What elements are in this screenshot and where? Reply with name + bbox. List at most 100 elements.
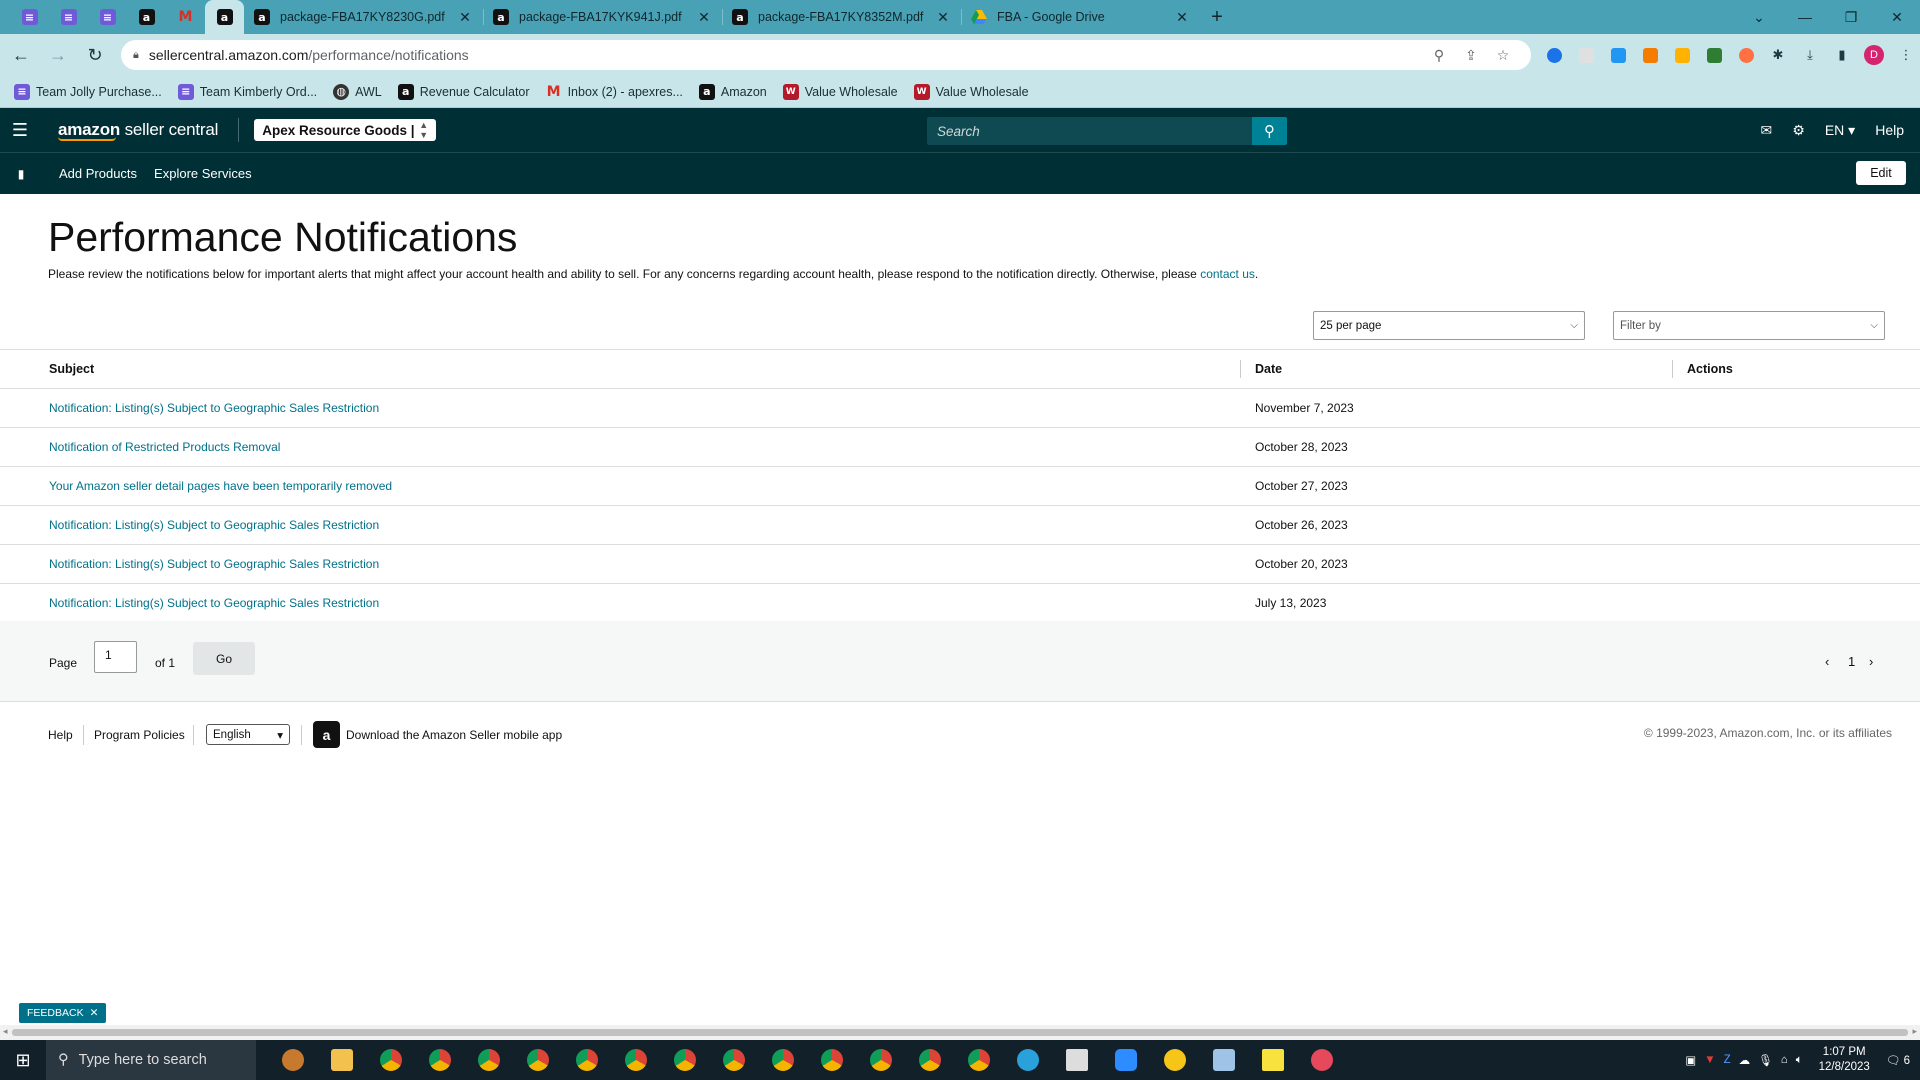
search-button[interactable]: ⚲ [1252, 117, 1287, 145]
go-button[interactable]: Go [193, 642, 255, 675]
chrome-icon[interactable] [954, 1040, 1003, 1080]
extension-icon[interactable] [1701, 42, 1727, 68]
new-tab-button[interactable]: + [1200, 0, 1234, 34]
gingerbread-app-icon[interactable] [268, 1040, 317, 1080]
restore-button[interactable]: ❐ [1828, 9, 1874, 26]
pinned-tab-sheets-2[interactable]: ≡ [49, 0, 88, 34]
contact-us-link[interactable]: contact us [1200, 267, 1255, 281]
lock-icon[interactable]: 🔒︎ [133, 49, 139, 62]
extension-icon[interactable] [1733, 42, 1759, 68]
scroll-left-icon[interactable]: ◂ [3, 1026, 8, 1037]
subnav-explore-services[interactable]: Explore Services [154, 166, 252, 181]
chrome-icon[interactable] [758, 1040, 807, 1080]
zoom-app-icon[interactable] [1101, 1040, 1150, 1080]
puzzle-icon[interactable]: ✱ [1765, 42, 1791, 68]
notification-subject-link[interactable]: Notification: Listing(s) Subject to Geog… [49, 401, 379, 415]
notification-subject-link[interactable]: Your Amazon seller detail pages have bee… [49, 479, 392, 493]
subnav-add-products[interactable]: Add Products [59, 166, 137, 181]
bookmark[interactable]: M Inbox (2) - apexres... [546, 84, 683, 100]
bookmark-star-icon[interactable]: ☆ [1487, 47, 1519, 64]
antivirus-icon[interactable]: ▼ [1704, 1054, 1715, 1066]
windows-start-icon[interactable]: ⊞ [0, 1040, 46, 1080]
forward-button[interactable]: → [42, 39, 74, 71]
close-tab-icon[interactable]: ✕ [1174, 9, 1190, 26]
extension-icon[interactable] [1637, 42, 1663, 68]
hamburger-menu-icon[interactable]: ☰ [0, 108, 40, 152]
zoom-tray-icon[interactable]: Z [1724, 1054, 1731, 1066]
volume-icon[interactable]: 🔈︎ [1796, 1054, 1803, 1067]
close-icon[interactable]: ✕ [90, 1007, 99, 1019]
bookmark[interactable]: a Amazon [698, 83, 767, 100]
snipping-tool-icon[interactable] [1297, 1040, 1346, 1080]
bookmark[interactable]: a Revenue Calculator [397, 83, 530, 100]
profile-avatar[interactable]: D [1861, 42, 1887, 68]
chrome-icon[interactable] [709, 1040, 758, 1080]
notification-subject-link[interactable]: Notification: Listing(s) Subject to Geog… [49, 596, 379, 610]
chrome-icon[interactable] [660, 1040, 709, 1080]
notepad-icon[interactable] [1199, 1040, 1248, 1080]
pinned-tab-amazon-1[interactable]: a [127, 0, 166, 34]
chrome-icon[interactable] [562, 1040, 611, 1080]
bookmark[interactable]: ≡ Team Kimberly Ord... [177, 83, 317, 100]
address-bar[interactable]: 🔒︎ sellercentral.amazon.com/performance/… [121, 40, 1531, 70]
extension-icon[interactable] [1573, 42, 1599, 68]
chrome-icon[interactable] [807, 1040, 856, 1080]
calculator-icon[interactable] [1052, 1040, 1101, 1080]
tray-app-icon[interactable]: ▣ [1685, 1053, 1696, 1067]
url-text[interactable]: sellercentral.amazon.com/performance/not… [149, 47, 1423, 63]
pinned-tab-gmail[interactable]: M [166, 0, 205, 34]
footer-help-link[interactable]: Help [48, 728, 73, 742]
chrome-icon[interactable] [611, 1040, 660, 1080]
edit-button[interactable]: Edit [1856, 161, 1906, 185]
notifications-icon[interactable]: 🗨︎ 6 [1886, 1053, 1910, 1067]
bookmark[interactable]: ◍ AWL [333, 83, 382, 100]
current-page-number[interactable]: 1 [1848, 654, 1855, 669]
amazon-seller-app-icon[interactable]: a [313, 721, 340, 748]
horizontal-scrollbar[interactable]: ◂ ▸ [0, 1025, 1920, 1040]
side-panel-icon[interactable]: ▮ [1829, 42, 1855, 68]
account-selector[interactable]: Apex Resource Goods | Unite... ▲▼ [254, 119, 437, 141]
scroll-right-icon[interactable]: ▸ [1912, 1026, 1917, 1037]
share-icon[interactable]: ⇪ [1455, 47, 1487, 64]
notification-subject-link[interactable]: Notification: Listing(s) Subject to Geog… [49, 518, 379, 532]
chrome-icon[interactable] [464, 1040, 513, 1080]
network-icon[interactable]: ⌂ [1781, 1054, 1788, 1066]
scrollbar-thumb[interactable] [12, 1029, 1908, 1036]
microphone-icon[interactable]: 🎙︎ [1758, 1053, 1773, 1067]
bookmark[interactable]: ≡ Team Jolly Purchase... [14, 83, 162, 100]
file-explorer-icon[interactable] [317, 1040, 366, 1080]
close-tab-icon[interactable]: ✕ [696, 9, 712, 26]
chrome-icon[interactable] [905, 1040, 954, 1080]
feedback-button[interactable]: FEEDBACK ✕ [19, 1003, 107, 1023]
chrome-icon[interactable] [513, 1040, 562, 1080]
tab-search-icon[interactable]: ⌄ [1736, 9, 1782, 26]
search-input[interactable]: Search [927, 117, 1252, 145]
help-link[interactable]: Help [1875, 122, 1904, 138]
pinned-tab-sheets-3[interactable]: ≡ [88, 0, 127, 34]
kebab-menu-icon[interactable]: ⋮ [1893, 42, 1919, 68]
chrome-icon[interactable] [856, 1040, 905, 1080]
footer-language-select[interactable]: English ▾ [206, 724, 290, 745]
previous-page-icon[interactable]: ‹ [1825, 654, 1829, 669]
bookmark-icon[interactable]: ▮ [0, 167, 42, 181]
taskbar-search[interactable]: ⚲ Type here to search [46, 1040, 256, 1080]
page-number-input[interactable]: 1 [94, 641, 137, 673]
system-clock[interactable]: 1:07 PM 12/8/2023 [1819, 1045, 1870, 1075]
chrome-icon[interactable] [366, 1040, 415, 1080]
browser-tab[interactable]: FBA - Google Drive ✕ [961, 0, 1200, 34]
browser-tab[interactable]: a package-FBA17KY8352M.pdf ✕ [722, 0, 961, 34]
bookmark[interactable]: W Value Wholesale [913, 83, 1029, 100]
pinned-tab-sheets-1[interactable]: ≡ [10, 0, 49, 34]
zoom-icon[interactable]: ⚲ [1423, 47, 1455, 64]
close-tab-icon[interactable]: ✕ [935, 9, 951, 26]
download-icon[interactable]: ⤓ [1797, 42, 1823, 68]
telegram-icon[interactable] [1003, 1040, 1052, 1080]
per-page-select[interactable]: 25 per page ⌵ [1313, 311, 1585, 340]
browser-tab[interactable]: a package-FBA17KY8230G.pdf ✕ [244, 0, 483, 34]
close-tab-icon[interactable]: ✕ [457, 9, 473, 26]
seller-central-logo[interactable]: amazon seller central [58, 120, 218, 141]
extension-icon[interactable] [1541, 42, 1567, 68]
back-button[interactable]: ← [5, 39, 37, 71]
reload-button[interactable]: ↻ [79, 39, 111, 71]
next-page-icon[interactable]: › [1869, 654, 1873, 669]
